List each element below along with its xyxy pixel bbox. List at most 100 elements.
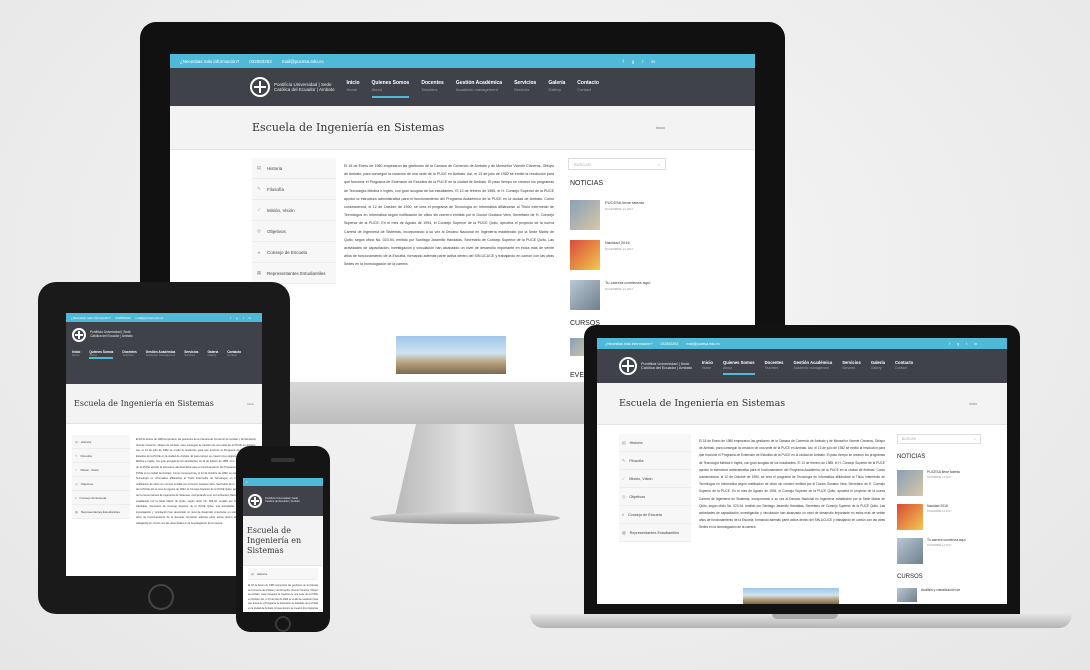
sidenav-item-historia[interactable]: ▤ Historia: [72, 435, 130, 449]
sidenav-item-representantes[interactable]: ▦ Representantes Estudiantiles: [619, 524, 691, 542]
phone-text[interactable]: 032583263: [116, 316, 131, 320]
top-info-bar: ¿Necesitas más información? 032583263 ma…: [597, 338, 1007, 349]
university-logo[interactable]: Pontificia Universidad | Sede Católica d…: [619, 357, 692, 375]
nav-item-galeria[interactable]: Galería Gallery: [871, 357, 885, 375]
book-icon: ▤: [256, 165, 262, 170]
twitter-icon[interactable]: t: [243, 316, 244, 320]
breadcrumb[interactable]: Inicio: [247, 402, 254, 406]
sidenav-item-objetivos[interactable]: ◎ Objetivos: [72, 477, 130, 491]
nav-item-docentes[interactable]: Docentes Teachers: [122, 350, 136, 359]
search-icon[interactable]: ⌕: [974, 437, 976, 441]
twitter-icon[interactable]: t: [642, 59, 643, 64]
nav-item-servicios[interactable]: Servicios Services: [184, 350, 198, 359]
page-title-bar: Escuela de Ingeniería en Sistemas: [243, 516, 323, 566]
phone-text[interactable]: 032583263: [249, 59, 272, 64]
sidenav-item-filosofia[interactable]: ✎ Filosofía: [619, 452, 691, 470]
university-logo[interactable]: Pontificia Universidad | Sede Católica d…: [248, 494, 300, 508]
news-thumbnail[interactable]: [897, 470, 923, 496]
search-icon[interactable]: ⌕: [658, 162, 660, 167]
breadcrumb[interactable]: Inicio: [970, 402, 977, 406]
university-logo[interactable]: Pontificia Universidad | Sede Católica d…: [250, 77, 334, 97]
news-thumbnail[interactable]: [897, 538, 923, 564]
email-text[interactable]: mail@pucesa.edu.ec: [282, 59, 324, 64]
sidenav-item-representantes[interactable]: ▦ Representantes Estudiantiles: [72, 505, 130, 519]
check-icon: ✓: [257, 207, 261, 212]
phone-screen: ≡ Pontificia Universidad | Sede Católica…: [243, 478, 323, 612]
nav-item-galeria[interactable]: Galería Gallery: [207, 350, 218, 359]
search-input[interactable]: BUSCAR ⌕: [568, 158, 666, 170]
sidenav-item-consejo[interactable]: ♦ Consejo de Escuela: [72, 491, 130, 505]
email-text[interactable]: mail@pucesa.edu.ec: [686, 342, 720, 346]
nav-item-servicios[interactable]: Servicios Services: [842, 357, 861, 375]
news-item[interactable]: Navidad 2016 DICIEMBRE 14 2017: [897, 504, 952, 530]
course-thumbnail[interactable]: [897, 588, 917, 602]
twitter-icon[interactable]: t: [966, 342, 967, 346]
menu-icon[interactable]: ≡: [246, 481, 248, 484]
news-item[interactable]: PUCESA tiene talento DICIEMBRE 14 2017: [897, 470, 960, 496]
news-thumbnail[interactable]: [570, 200, 600, 230]
nav-item-inicio[interactable]: Inicio Home: [702, 357, 713, 375]
nav-item-inicio[interactable]: Inicio Home: [346, 76, 359, 97]
nav-item-gestion-academica[interactable]: Gestión Académica Academic management: [456, 76, 502, 97]
news-thumbnail[interactable]: [570, 240, 600, 270]
sidenav-item-filosofia[interactable]: ✎ Filosofía: [72, 449, 130, 463]
nav-item-quienes-somos[interactable]: Quienes Somos About: [371, 76, 410, 98]
pencil-icon: ✎: [75, 453, 78, 458]
nav-item-docentes[interactable]: Docentes Teachers: [765, 357, 784, 375]
news-thumbnail[interactable]: [570, 280, 600, 310]
email-text[interactable]: mail@pucesa.edu.ec: [136, 316, 164, 320]
google-plus-icon[interactable]: g: [957, 342, 959, 346]
search-input[interactable]: BUSCAR ⌕: [897, 434, 981, 444]
google-plus-icon[interactable]: g: [236, 316, 238, 320]
news-item[interactable]: Navidad 2016 DICIEMBRE 14 2017: [570, 240, 633, 270]
nav-item-contacto[interactable]: Contacto Contact: [895, 357, 913, 375]
page-title-bar: Escuela de Ingeniería en Sistemas Inicio: [66, 384, 262, 424]
nav-item-quienes-somos[interactable]: Quienes Somos About: [722, 357, 755, 375]
nav-item-docentes[interactable]: Docentes Teachers: [421, 76, 444, 97]
linkedin-icon[interactable]: in: [974, 342, 977, 346]
sidenav-item-representantes[interactable]: ▦ Representantes Estudiantiles: [252, 263, 336, 284]
sidenav-item-historia[interactable]: ▤ Historia: [619, 434, 691, 452]
nav-item-contacto[interactable]: Contacto Contact: [577, 76, 599, 97]
university-logo[interactable]: Pontificia Universidad | Sede Católica d…: [72, 328, 256, 342]
nav-item-contacto[interactable]: Contacto Contact: [227, 350, 241, 359]
nav-item-quienes-somos[interactable]: Quienes Somos About: [89, 350, 114, 360]
courses-heading: CURSOS: [897, 574, 923, 580]
facebook-icon[interactable]: f: [230, 316, 231, 320]
news-item[interactable]: PUCESA tiene talento DICIEMBRE 14 2017: [570, 200, 644, 230]
history-text: El 18 de Enero de 1980 empezaron las ges…: [248, 584, 318, 610]
linkedin-icon[interactable]: in: [249, 316, 251, 320]
sidenav-item-mision-vision[interactable]: ✓ Misión, Visión: [619, 470, 691, 488]
sidenav-item-historia[interactable]: ▤ Historia: [252, 158, 336, 179]
facebook-icon[interactable]: f: [622, 59, 623, 64]
sidenav-item-consejo[interactable]: ♦ Consejo de Escuela: [252, 242, 336, 263]
phone-speaker: [271, 458, 295, 462]
facebook-icon[interactable]: f: [949, 342, 950, 346]
news-item[interactable]: Tu carrera comienza aquí DICIEMBRE 14 201…: [897, 538, 966, 564]
contact-text: ¿Necesitas más información?: [180, 58, 240, 64]
campus-photo: [396, 336, 506, 374]
nav-item-galeria[interactable]: Galería Gallery: [548, 76, 565, 97]
page-title: Escuela de Ingeniería en Sistemas: [74, 399, 214, 408]
course-item[interactable]: Análisis y visualización de: [897, 588, 960, 602]
breadcrumb[interactable]: Inicio: [656, 125, 665, 130]
sidenav-item-consejo[interactable]: ♦ Consejo de Escuela: [619, 506, 691, 524]
news-thumbnail[interactable]: [897, 504, 923, 530]
sidenav-item-mision-vision[interactable]: ✓ Misión, Visión: [252, 200, 336, 221]
logo-cross-icon: [250, 77, 270, 97]
check-icon: ✓: [622, 477, 626, 481]
linkedin-icon[interactable]: in: [651, 59, 655, 64]
sidenav-item-objetivos[interactable]: ◎ Objetivos: [619, 488, 691, 506]
sidenav-item-historia[interactable]: ▤ Historia: [248, 568, 318, 580]
nav-item-inicio[interactable]: Inicio Home: [72, 350, 80, 359]
sidenav-item-filosofia[interactable]: ✎ Filosofía: [252, 179, 336, 200]
nav-item-servicios[interactable]: Servicios Services: [514, 76, 536, 97]
google-plus-icon[interactable]: g: [632, 59, 635, 64]
news-item[interactable]: Tu carrera comienza aquí DICIEMBRE 14 201…: [570, 280, 650, 310]
nav-item-gestion-academica[interactable]: Gestión Académica Academic management: [146, 350, 175, 359]
phone-text[interactable]: 032583263: [660, 342, 678, 346]
sidenav-item-mision-vision[interactable]: ✓ Misión, Visión: [72, 463, 130, 477]
devices-mockup: ¿Necesitas más información? 032583263 ma…: [0, 0, 1090, 670]
nav-item-gestion-academica[interactable]: Gestión Académica Academic management: [793, 357, 832, 375]
sidenav-item-objetivos[interactable]: ◎ Objetivos: [252, 221, 336, 242]
